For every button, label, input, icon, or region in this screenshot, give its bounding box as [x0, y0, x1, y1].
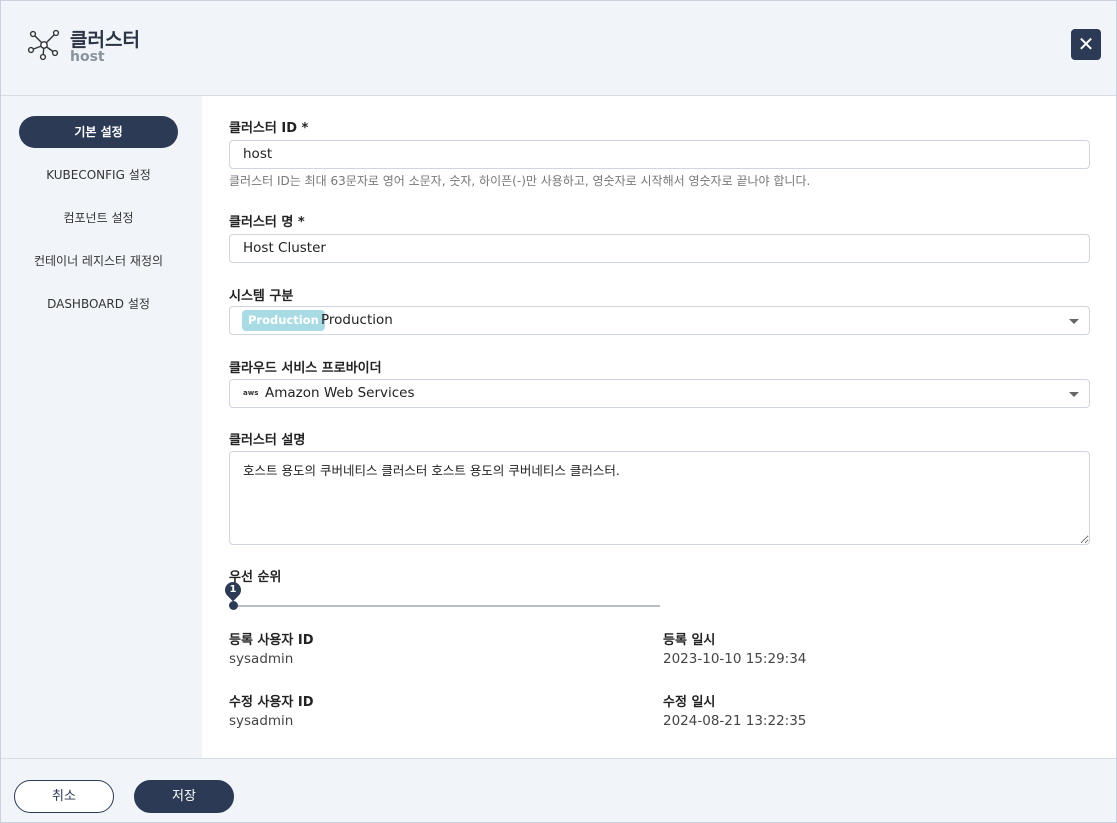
cluster-name-label: 클러스터 명 * [229, 215, 305, 230]
provider-value: Amazon Web Services [265, 385, 415, 401]
system-type-value: Production [321, 312, 393, 328]
created-at-label: 등록 일시 [663, 633, 716, 648]
system-type-label: 시스템 구분 [229, 289, 294, 304]
description-textarea[interactable]: 호스트 용도의 쿠버네티스 클러스터 호스트 용도의 쿠버네티스 클러스터. [229, 451, 1090, 545]
sidebar-item-basic-settings[interactable]: 기본 설정 [19, 116, 178, 148]
updated-at-value: 2024-08-21 13:22:35 [663, 713, 807, 729]
provider-select[interactable]: aws Amazon Web Services [229, 379, 1090, 408]
created-at-value: 2023-10-10 15:29:34 [663, 651, 807, 667]
production-badge: Production [242, 310, 325, 331]
updated-at-label: 수정 일시 [663, 695, 716, 710]
cluster-dialog: 클러스터 host ✕ 기본 설정 KUBECONFIG 설정 컴포넌트 설정 … [0, 0, 1117, 823]
dialog-header: 클러스터 host ✕ [1, 1, 1116, 96]
chevron-down-icon [1069, 392, 1079, 397]
priority-slider-handle[interactable] [229, 601, 238, 610]
dialog-subtitle: host [70, 49, 105, 65]
dialog-footer: 취소 저장 [1, 758, 1116, 822]
cancel-button[interactable]: 취소 [14, 780, 114, 813]
close-icon: ✕ [1077, 32, 1095, 56]
settings-sidebar: 기본 설정 KUBECONFIG 설정 컴포넌트 설정 컨테이너 레지스터 재정… [1, 96, 202, 758]
cluster-id-label: 클러스터 ID * [229, 121, 309, 136]
dialog-title: 클러스터 [70, 29, 140, 51]
aws-icon: aws [243, 389, 259, 397]
sidebar-item-component-settings[interactable]: 컴포넌트 설정 [19, 202, 178, 234]
sidebar-item-registry-override[interactable]: 컨테이너 레지스터 재정의 [19, 245, 178, 277]
save-button[interactable]: 저장 [134, 780, 234, 813]
description-label: 클러스터 설명 [229, 433, 306, 448]
system-type-select[interactable]: Production Production [229, 306, 1090, 335]
sidebar-item-dashboard-settings[interactable]: DASHBOARD 설정 [19, 288, 178, 320]
cluster-network-icon [27, 29, 60, 61]
chevron-down-icon [1069, 319, 1079, 324]
cluster-name-input[interactable]: Host Cluster [229, 234, 1090, 263]
close-button[interactable]: ✕ [1071, 29, 1101, 60]
updated-by-value: sysadmin [229, 713, 294, 729]
cluster-id-help: 클러스터 ID는 최대 63문자로 영어 소문자, 숫자, 하이픈(-)만 사용… [229, 174, 811, 188]
priority-slider-track[interactable] [233, 605, 660, 607]
created-by-label: 등록 사용자 ID [229, 633, 314, 648]
sidebar-item-kubeconfig-settings[interactable]: KUBECONFIG 설정 [19, 159, 178, 191]
created-by-value: sysadmin [229, 651, 294, 667]
priority-value: 1 [229, 584, 237, 595]
cluster-id-input[interactable]: host [229, 140, 1090, 169]
basic-settings-panel: 클러스터 ID * host 클러스터 ID는 최대 63문자로 영어 소문자,… [202, 96, 1116, 758]
updated-by-label: 수정 사용자 ID [229, 695, 314, 710]
provider-label: 클라우드 서비스 프로바이더 [229, 361, 382, 376]
